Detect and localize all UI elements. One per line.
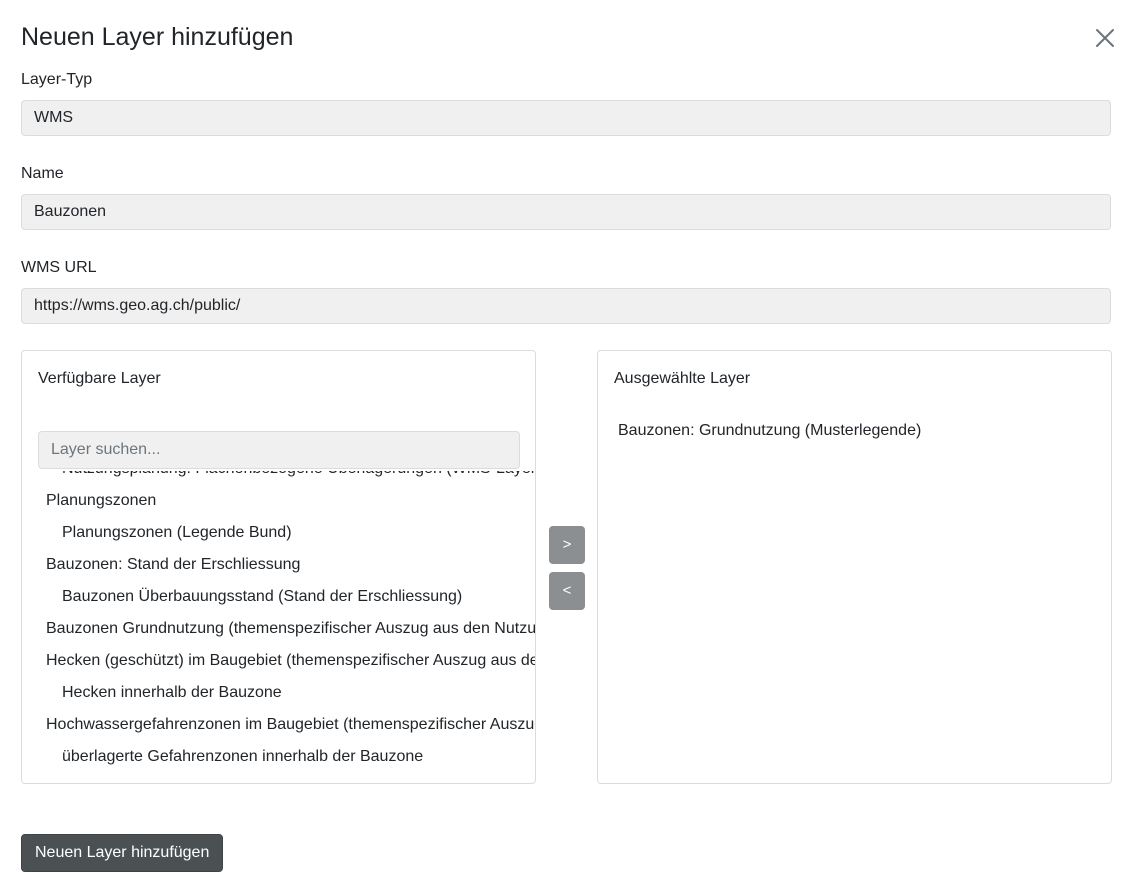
list-item[interactable]: Nutzungsplanung: Flächenbezogene Überlag…: [22, 471, 535, 485]
selected-layers-heading: Ausgewählte Layer: [614, 370, 751, 387]
dialog-title: Neuen Layer hinzufügen: [21, 23, 294, 51]
wms-url-label: WMS URL: [21, 259, 97, 276]
name-field[interactable]: Bauzonen: [21, 194, 1111, 230]
list-item[interactable]: Hochwassergefahrenzonen im Baugebiet (th…: [22, 709, 535, 741]
available-layers-heading: Verfügbare Layer: [38, 370, 161, 387]
list-item[interactable]: Bauzonen Überbauungsstand (Stand der Ers…: [22, 581, 462, 613]
add-layer-button[interactable]: Neuen Layer hinzufügen: [21, 834, 224, 872]
list-item[interactable]: Hecken (geschützt) im Baugebiet (themens…: [22, 645, 535, 677]
layer-type-label: Layer-Typ: [21, 71, 93, 88]
wms-url-field[interactable]: https://wms.geo.ag.ch/public/: [21, 288, 1111, 324]
name-label: Name: [21, 165, 64, 182]
list-item[interactable]: Planungszonen: [22, 485, 156, 517]
list-item[interactable]: Bauzonen: Stand der Erschliessung: [22, 549, 300, 581]
layer-type-field[interactable]: WMS: [21, 100, 1111, 136]
close-icon: [1096, 29, 1114, 47]
list-item[interactable]: Bauzonen Grundnutzung (themenspezifische…: [22, 613, 535, 645]
available-layers-panel: Verfügbare Layer Nutzungsplanung: Fläche…: [21, 350, 536, 784]
close-button[interactable]: [1091, 24, 1119, 52]
add-layer-dialog: Neuen Layer hinzufügen Layer-Typ WMS Nam…: [0, 0, 1135, 893]
layer-search-input[interactable]: [38, 431, 520, 469]
list-item[interactable]: überlagerte Gefahrenzonen innerhalb der …: [22, 741, 423, 773]
selected-layers-panel: Ausgewählte Layer Bauzonen: Grundnutzung…: [597, 350, 1112, 784]
available-layer-list[interactable]: Nutzungsplanung: Flächenbezogene Überlag…: [22, 471, 535, 783]
selected-list-item[interactable]: Bauzonen: Grundnutzung (Musterlegende): [618, 420, 921, 442]
move-right-button[interactable]: >: [549, 526, 585, 564]
move-left-button[interactable]: <: [549, 572, 585, 610]
list-item[interactable]: Planungszonen (Legende Bund): [22, 517, 292, 549]
list-item[interactable]: Hecken innerhalb der Bauzone: [22, 677, 282, 709]
